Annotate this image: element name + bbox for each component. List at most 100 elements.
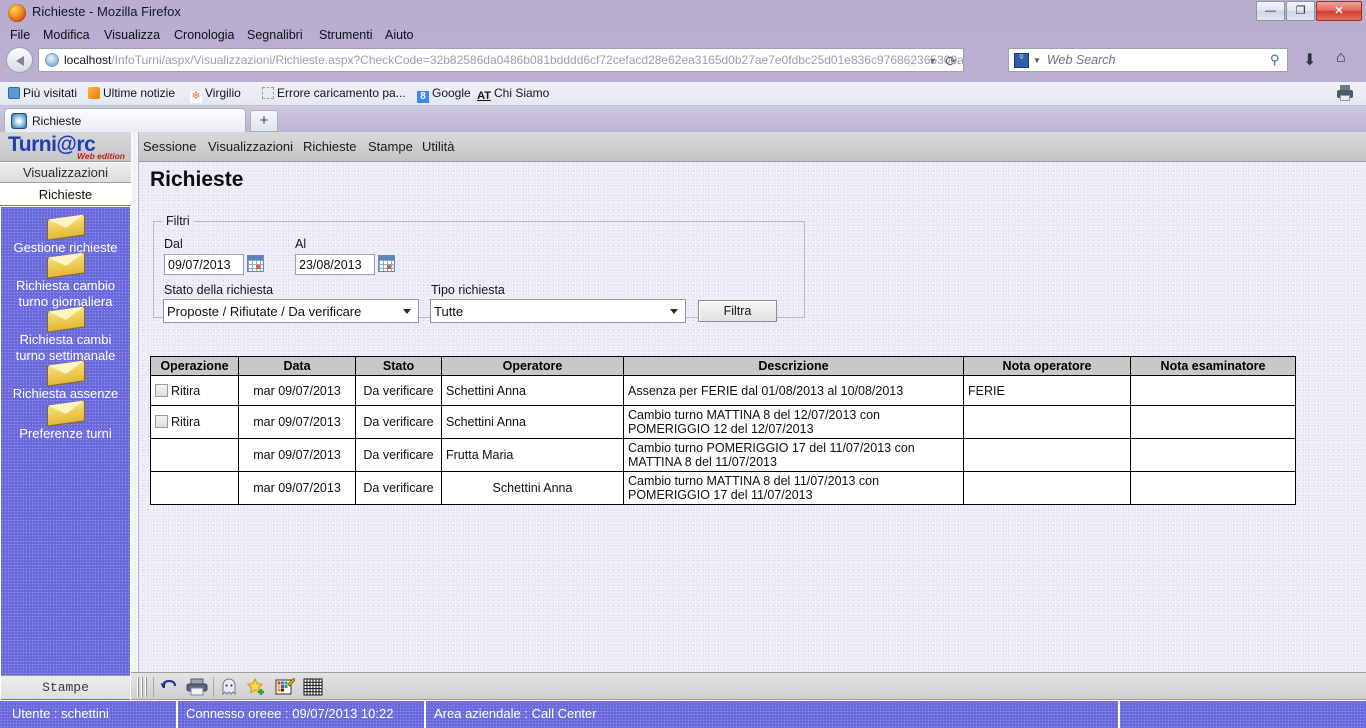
ghost-icon[interactable] bbox=[220, 678, 240, 696]
al-input[interactable] bbox=[295, 254, 375, 275]
menu-strumenti[interactable]: Strumenti bbox=[317, 28, 375, 42]
bookmark-ultime-notizie[interactable]: Ultime notizie bbox=[88, 86, 175, 100]
topnav-sessione[interactable]: Sessione bbox=[143, 139, 196, 154]
status-utente: Utente : schettini bbox=[12, 706, 109, 721]
topnav-stampe[interactable]: Stampe bbox=[368, 139, 413, 154]
menu-file[interactable]: File bbox=[8, 28, 32, 42]
toolbar-grip-handle[interactable] bbox=[137, 677, 147, 697]
envelope-icon bbox=[46, 306, 85, 333]
cell-nota-esaminatore bbox=[1130, 438, 1296, 472]
bookmark-virgilio[interactable]: ❄ Virgilio bbox=[190, 86, 241, 103]
menu-cronologia[interactable]: Cronologia bbox=[172, 28, 236, 42]
table-row[interactable]: Ritira mar 09/07/2013 Da verificare Sche… bbox=[150, 375, 1296, 406]
reload-icon[interactable]: ⟳ bbox=[945, 53, 957, 70]
ritira-checkbox[interactable] bbox=[155, 415, 168, 428]
search-input[interactable]: Web Search bbox=[1047, 53, 1116, 67]
downloads-icon[interactable]: ⬇ bbox=[1303, 50, 1316, 70]
dal-input[interactable] bbox=[164, 254, 244, 275]
table-row[interactable]: mar 09/07/2013 Da verificare Schettini A… bbox=[150, 471, 1296, 505]
menu-modifica[interactable]: Modifica bbox=[41, 28, 92, 42]
sidebar-stampe-button[interactable]: Stampe bbox=[1, 675, 130, 699]
sidebar-nav-panel: Gestione richieste Richiesta cambio turn… bbox=[1, 207, 130, 728]
cell-data: mar 09/07/2013 bbox=[238, 405, 356, 439]
back-button[interactable] bbox=[6, 47, 33, 73]
sidebar-item-gestione-richieste[interactable]: Gestione richieste bbox=[1, 214, 130, 256]
sidebar-section-visualizzazioni[interactable]: Visualizzazioni bbox=[0, 163, 131, 183]
palette-edit-icon[interactable] bbox=[275, 677, 296, 696]
col-descrizione: Descrizione bbox=[623, 356, 964, 376]
print-icon[interactable] bbox=[1336, 85, 1354, 101]
bookmark-errore-caricamento[interactable]: Errore caricamento pa... bbox=[262, 86, 406, 100]
brand-header: Turni@rc Web edition bbox=[0, 132, 131, 162]
undo-icon[interactable] bbox=[160, 678, 180, 696]
menu-visualizza[interactable]: Visualizza bbox=[102, 28, 162, 42]
cell-nota-esaminatore bbox=[1130, 471, 1296, 505]
page-favicon-icon bbox=[11, 112, 27, 129]
close-button[interactable]: ✕ bbox=[1316, 1, 1362, 21]
cell-operazione[interactable]: Ritira bbox=[150, 375, 239, 406]
sidebar-item-preferenze-turni[interactable]: Preferenze turni bbox=[1, 400, 130, 442]
cell-stato: Da verificare bbox=[355, 405, 442, 439]
calendar-icon[interactable] bbox=[247, 255, 264, 272]
search-bar[interactable]: Q ▼ Web Search ⚲ bbox=[1008, 48, 1288, 72]
search-engine-icon[interactable]: Q bbox=[1014, 52, 1029, 68]
top-navigation-bar: Sessione Visualizzazioni Richieste Stamp… bbox=[139, 132, 1366, 162]
chevron-down-icon[interactable]: ▼ bbox=[1033, 56, 1041, 65]
bookmark-star-icon[interactable]: ☆ bbox=[906, 53, 919, 71]
table-row[interactable]: Ritira mar 09/07/2013 Da verificare Sche… bbox=[150, 405, 1296, 439]
sidebar-item-richiesta-cambio-turno-giornaliera[interactable]: Richiesta cambio turno giornaliera bbox=[1, 252, 130, 310]
menu-segnalibri[interactable]: Segnalibri bbox=[245, 28, 305, 42]
cell-operatore: Schettini Anna bbox=[441, 375, 624, 406]
page-viewport: Turni@rc Web edition Visualizzazioni Ric… bbox=[0, 132, 1366, 728]
menu-aiuto[interactable]: Aiuto bbox=[383, 28, 416, 42]
grid-icon[interactable] bbox=[303, 678, 323, 696]
cell-nota-operatore bbox=[963, 438, 1131, 472]
minimize-button[interactable]: — bbox=[1256, 1, 1285, 21]
bookmark-piu-visitati[interactable]: Più visitati bbox=[8, 86, 77, 100]
star-add-icon[interactable] bbox=[246, 677, 267, 696]
tab-richieste[interactable]: Richieste bbox=[4, 108, 246, 132]
cell-nota-operatore bbox=[963, 405, 1131, 439]
sidebar-splitter[interactable] bbox=[131, 132, 139, 672]
url-bar[interactable]: localhost/InfoTurni/aspx/Visualizzazioni… bbox=[38, 48, 964, 72]
blank-icon bbox=[262, 87, 274, 99]
maximize-button[interactable]: ❐ bbox=[1286, 1, 1315, 21]
cell-operatore: Frutta Maria bbox=[441, 438, 624, 472]
stato-select[interactable]: Proposte / Rifiutate / Da verificare bbox=[163, 299, 419, 323]
bookmark-icon bbox=[8, 87, 20, 99]
chevron-down-icon[interactable]: ▼ bbox=[928, 56, 937, 66]
topnav-richieste[interactable]: Richieste bbox=[303, 139, 356, 154]
bookmark-google[interactable]: 8 Google bbox=[417, 86, 471, 103]
new-tab-button[interactable]: + bbox=[250, 110, 278, 132]
sidebar-item-richiesta-assenze[interactable]: Richiesta assenze bbox=[1, 360, 130, 402]
search-icon[interactable]: ⚲ bbox=[1270, 52, 1280, 68]
requests-table: Operazione Data Stato Operatore Descrizi… bbox=[150, 356, 1296, 505]
bookmark-chi-siamo[interactable]: AT Chi Siamo bbox=[477, 86, 549, 102]
topnav-utilita[interactable]: Utilità bbox=[422, 139, 455, 154]
sidebar-item-richiesta-cambi-turno-settimanale[interactable]: Richiesta cambi turno settimanale bbox=[1, 306, 130, 364]
filtra-button[interactable]: Filtra bbox=[698, 300, 777, 322]
sidebar-item-label: Richiesta cambio turno giornaliera bbox=[16, 278, 115, 309]
firefox-window: Richieste - Mozilla Firefox — ❐ ✕ File M… bbox=[0, 0, 1366, 728]
envelope-icon bbox=[46, 214, 85, 241]
virgilio-icon: ❄ bbox=[190, 90, 202, 103]
cell-operazione[interactable]: Ritira bbox=[150, 405, 239, 439]
sidebar-tab-richieste[interactable]: Richieste bbox=[0, 184, 131, 206]
ritira-checkbox[interactable] bbox=[155, 383, 168, 397]
firefox-logo-icon bbox=[8, 4, 26, 22]
tipo-select[interactable]: Tutte bbox=[430, 299, 686, 323]
cell-stato: Da verificare bbox=[355, 375, 442, 406]
bookmark-label: Errore caricamento pa... bbox=[277, 86, 406, 100]
page-title: Richieste bbox=[150, 168, 244, 191]
col-nota-operatore: Nota operatore bbox=[963, 356, 1131, 376]
home-icon[interactable]: ⌂ bbox=[1336, 49, 1346, 67]
topnav-visualizzazioni[interactable]: Visualizzazioni bbox=[208, 139, 293, 154]
cell-descrizione: Cambio turno MATTINA 8 del 11/07/2013 co… bbox=[623, 471, 964, 505]
cell-nota-esaminatore bbox=[1130, 405, 1296, 439]
cell-operatore: Schettini Anna bbox=[441, 405, 624, 439]
print-icon[interactable] bbox=[186, 678, 208, 696]
calendar-icon[interactable] bbox=[378, 255, 395, 272]
chevron-down-icon bbox=[670, 309, 678, 314]
table-row[interactable]: mar 09/07/2013 Da verificare Frutta Mari… bbox=[150, 438, 1296, 472]
at-icon: AT bbox=[477, 90, 491, 102]
